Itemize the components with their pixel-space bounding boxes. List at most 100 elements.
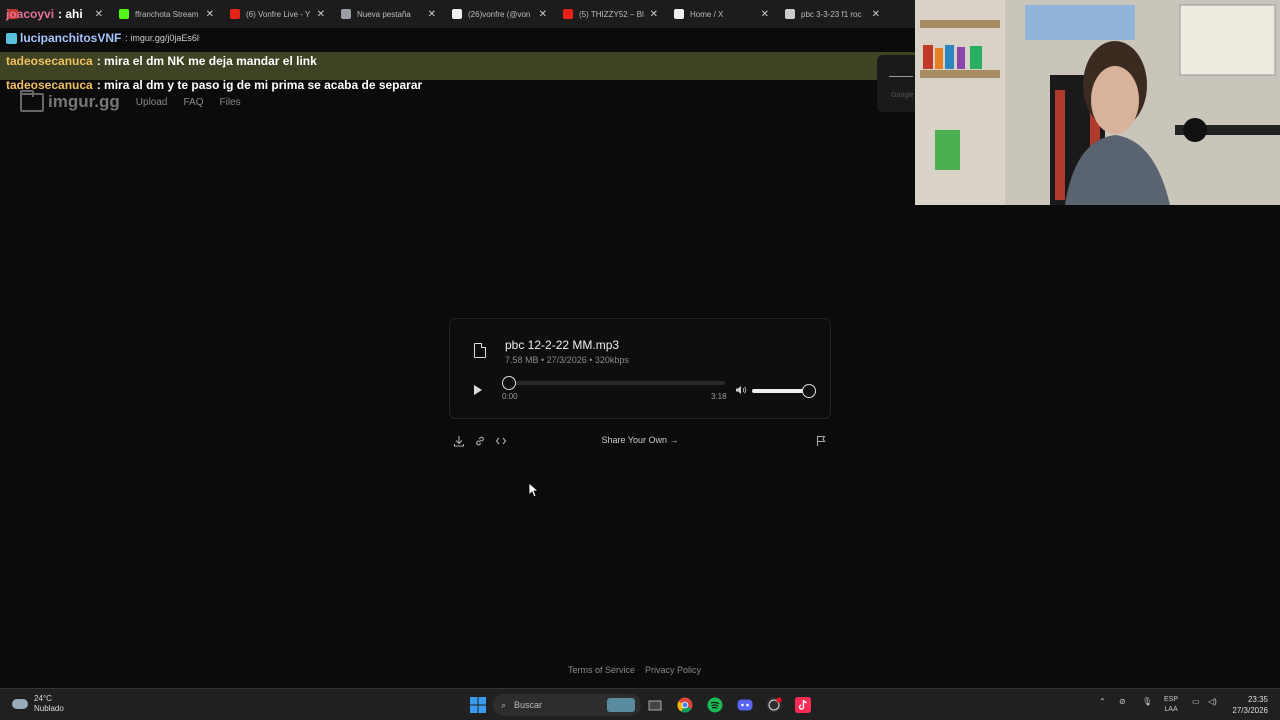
tab-favicon-icon xyxy=(230,9,240,19)
share-your-own-link[interactable]: Share Your Own → xyxy=(560,435,720,445)
browser-tab[interactable]: pbc 3-3-23 f1 roc ✕ xyxy=(777,0,888,28)
search-placeholder: Buscar xyxy=(514,700,543,710)
tab-close-icon[interactable]: ✕ xyxy=(872,9,880,20)
clock-date: 27/3/2026 xyxy=(1232,706,1268,715)
embed-icon[interactable] xyxy=(495,435,507,447)
taskbar: 24°C Nublado ⌕ Buscar ⌃ ⊘ 🎙 ESP LAA ▭ ◁)… xyxy=(0,688,1280,720)
tab-title: Nueva pestaña xyxy=(357,9,411,19)
nav-upload[interactable]: Upload xyxy=(136,97,168,108)
footer: Terms of Service Privacy Policy xyxy=(568,665,701,675)
nav-files[interactable]: Files xyxy=(220,97,241,108)
tab-favicon-icon xyxy=(341,9,351,19)
chat-message: joacoyvi : ahi xyxy=(0,3,83,25)
tab-title: pbc 3-3-23 f1 roc xyxy=(801,9,862,19)
file-name: pbc 12-2-22 MM.mp3 xyxy=(505,338,620,352)
browser-tab[interactable]: Nueva pestaña ✕ xyxy=(333,0,444,28)
google-widget[interactable]: Google xyxy=(877,55,915,112)
discord-icon[interactable] xyxy=(737,697,753,713)
windows-start-icon[interactable] xyxy=(470,697,486,713)
tab-title: ffranchota Stream xyxy=(135,9,199,19)
tab-favicon-icon xyxy=(674,9,684,19)
play-button[interactable] xyxy=(474,385,482,395)
chrome-icon[interactable] xyxy=(677,697,693,713)
download-icon[interactable] xyxy=(453,435,465,447)
tab-close-icon[interactable]: ✕ xyxy=(95,9,103,20)
tray-mic-icon[interactable]: 🎙 xyxy=(1142,697,1152,706)
chat-text: : mira al dm y te paso ig de mi prima se… xyxy=(96,78,423,92)
tab-favicon-icon xyxy=(452,9,462,19)
browser-tab[interactable]: (6) Vonfre Live - Y ✕ xyxy=(222,0,333,28)
tab-close-icon[interactable]: ✕ xyxy=(761,9,769,20)
nav-faq[interactable]: FAQ xyxy=(183,97,203,108)
chat-message: tadeosecanuca : mira el dm NK me deja ma… xyxy=(0,50,317,72)
browser-tab[interactable]: (26)vonfre (@von ✕ xyxy=(444,0,555,28)
clock[interactable]: 23:35 27/3/2026 xyxy=(1228,694,1268,716)
chat-username: joacoyvi xyxy=(6,7,55,21)
chat-text: : imgur.gg/j0jaEs6l xyxy=(125,33,199,43)
tab-close-icon[interactable]: ✕ xyxy=(428,9,436,20)
seek-bar[interactable] xyxy=(509,381,725,385)
tiktok-icon[interactable] xyxy=(795,697,811,713)
weather-desc: Nublado xyxy=(34,704,64,713)
volume-icon[interactable] xyxy=(735,385,747,395)
tab-close-icon[interactable]: ✕ xyxy=(539,9,547,20)
chat-message: lucipanchitosVNF : imgur.gg/j0jaEs6l xyxy=(0,27,199,49)
link-icon[interactable] xyxy=(474,435,486,447)
spotify-icon[interactable] xyxy=(707,697,723,713)
flag-icon[interactable] xyxy=(815,435,827,447)
search-icon: ⌕ xyxy=(501,699,507,710)
chat-text: : ahi xyxy=(58,7,83,21)
chat-username: lucipanchitosVNF xyxy=(20,31,122,45)
tab-favicon-icon xyxy=(119,9,129,19)
lang-layout: LAA xyxy=(1164,706,1178,713)
cloud-icon xyxy=(12,699,28,709)
tab-title: (6) Vonfre Live - Y xyxy=(246,9,311,19)
divider xyxy=(889,76,913,77)
folder-icon xyxy=(20,89,44,112)
task-view-icon[interactable] xyxy=(647,697,663,713)
browser-tab[interactable]: (5) THIZZY52 – Bl ✕ xyxy=(555,0,666,28)
webcam-image xyxy=(915,0,1280,205)
tab-title: (5) THIZZY52 – Bl xyxy=(579,9,644,19)
tray-chevron-icon[interactable]: ⌃ xyxy=(1099,697,1106,706)
tray-network-icon[interactable]: ⊘ xyxy=(1119,697,1126,706)
tray-volume-icon[interactable]: ◁) xyxy=(1208,697,1217,706)
total-time: 3:18 xyxy=(711,392,727,401)
current-time: 0:00 xyxy=(502,392,518,401)
site-logo[interactable]: imgur.gg xyxy=(20,89,120,112)
weather-temp: 24°C xyxy=(34,694,52,703)
tray-display-icon[interactable]: ▭ xyxy=(1192,697,1200,706)
terms-link[interactable]: Terms of Service xyxy=(568,665,635,675)
webcam-overlay xyxy=(915,0,1280,205)
seek-handle[interactable] xyxy=(502,376,516,390)
file-meta: 7.58 MB • 27/3/2026 • 320kbps xyxy=(505,355,629,365)
tab-close-icon[interactable]: ✕ xyxy=(206,9,214,20)
tab-close-icon[interactable]: ✕ xyxy=(650,9,658,20)
lang-code: ESP xyxy=(1164,696,1179,703)
site-nav: imgur.gg Upload FAQ Files xyxy=(20,89,241,112)
audio-player-card: pbc 12-2-22 MM.mp3 7.58 MB • 27/3/2026 •… xyxy=(449,318,831,419)
taskbar-search[interactable]: ⌕ Buscar xyxy=(493,694,641,716)
chat-username: tadeosecanuca xyxy=(6,78,93,92)
badge-icon xyxy=(6,32,17,44)
logo-text: imgur.gg xyxy=(48,92,120,111)
volume-handle[interactable] xyxy=(802,384,816,398)
tab-title: Home / X xyxy=(690,9,724,19)
language-indicator[interactable]: ESP LAA xyxy=(1164,695,1178,715)
privacy-link[interactable]: Privacy Policy xyxy=(645,665,701,675)
mouse-cursor-icon xyxy=(528,482,540,498)
file-icon xyxy=(474,343,486,358)
obs-icon[interactable] xyxy=(766,697,782,713)
search-highlight-image xyxy=(607,698,635,712)
google-label: Google xyxy=(891,92,914,99)
weather-widget[interactable]: 24°C Nublado xyxy=(12,694,64,714)
chat-text: : mira el dm NK me deja mandar el link xyxy=(96,54,317,68)
tab-close-icon[interactable]: ✕ xyxy=(317,9,325,20)
browser-tab[interactable]: Home / X ✕ xyxy=(666,0,777,28)
browser-tab[interactable]: ffranchota Stream ✕ xyxy=(111,0,222,28)
tab-title: (26)vonfre (@von xyxy=(468,9,531,19)
browser-tab-strip: ✕ ffranchota Stream ✕ (6) Vonfre Live - Y ✕ N… xyxy=(0,0,915,28)
clock-time: 23:35 xyxy=(1247,695,1268,704)
chat-username: tadeosecanuca xyxy=(6,54,93,68)
tab-favicon-icon xyxy=(563,9,573,19)
